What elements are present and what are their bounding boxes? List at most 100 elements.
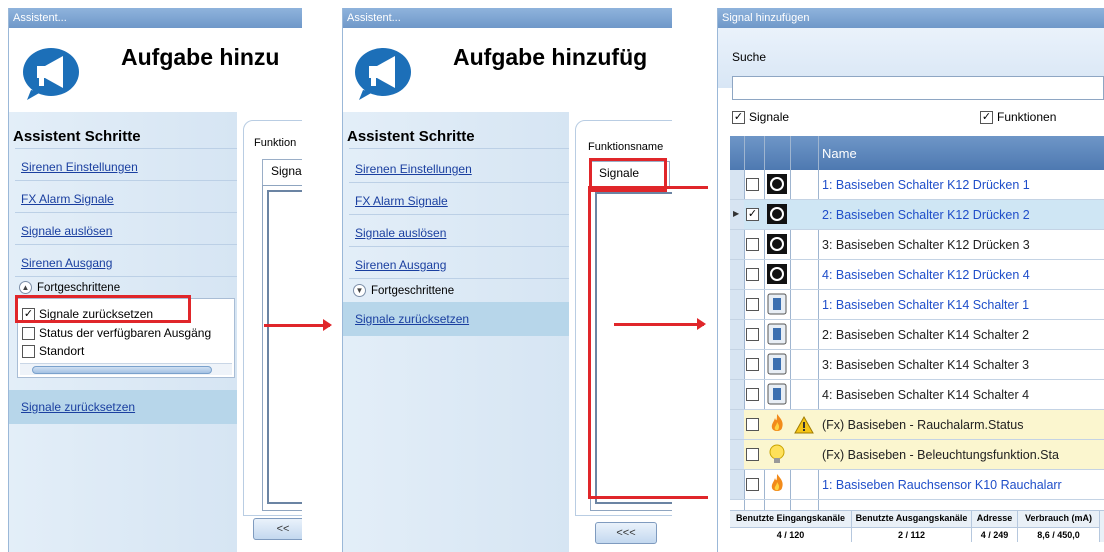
row-selector[interactable]	[730, 470, 744, 499]
connector-line	[588, 186, 591, 498]
checkbox-icon[interactable]	[746, 358, 759, 371]
checkbox-icon[interactable]	[22, 326, 35, 340]
advanced-toggle[interactable]: ▼ Fortgeschrittene	[353, 284, 454, 297]
table-row[interactable]: ▶ ✓ 2: Basiseben Schalter K12 Drücken 2	[730, 200, 1104, 230]
advanced-label: Fortgeschrittene	[371, 284, 455, 297]
wizard-window-2: Assistent... Aufgabe hinzufüg Assistent …	[342, 8, 672, 552]
step-link-signale-ausloesen[interactable]: Signale auslösen	[21, 224, 112, 238]
filter-signals[interactable]: ✓ Signale	[732, 110, 789, 124]
row-label: 1: Basiseben Schalter K14 Schalter 1	[822, 298, 1030, 312]
row-label: 3: Basiseben Schalter K12 Drücken 3	[822, 238, 1030, 252]
page-title: Aufgabe hinzu	[121, 44, 280, 70]
row-label: 3: Basiseben Schalter K14 Schalter 3	[822, 358, 1030, 372]
status-value-inputs: 4 / 120	[730, 527, 852, 542]
table-row[interactable]: 1: Basiseben Schalter K14 Schalter 1	[730, 290, 1104, 320]
add-signal-window: Signal hinzufügen Suche ✓ Signale ✓ Funk…	[717, 8, 1104, 552]
row-label: 2: Basiseben Schalter K12 Drücken 2	[822, 208, 1030, 222]
row-selector[interactable]	[730, 410, 744, 439]
checkbox-icon[interactable]	[746, 268, 759, 281]
step-link-sirenen-einstellungen[interactable]: Sirenen Einstellungen	[21, 160, 138, 174]
horizontal-scrollbar[interactable]	[20, 363, 232, 375]
push-button-icon	[766, 173, 788, 195]
row-selector[interactable]	[730, 380, 744, 409]
filter-functions[interactable]: ✓ Funktionen	[980, 110, 1056, 124]
checkbox-icon[interactable]	[746, 178, 759, 191]
checkbox-icon[interactable]	[746, 388, 759, 401]
option-status-ausgaenge[interactable]: Status der verfügbaren Ausgäng	[22, 326, 211, 340]
step-link-signale-ausloesen[interactable]: Signale auslösen	[355, 226, 446, 240]
step-link-sirenen-ausgang[interactable]: Sirenen Ausgang	[21, 256, 112, 270]
row-selector[interactable]	[730, 350, 744, 379]
checkbox-icon[interactable]	[746, 298, 759, 311]
table-row[interactable]: 1: Basiseben Schalter K12 Drücken 1	[730, 170, 1104, 200]
option-standort[interactable]: Standort	[22, 344, 84, 358]
megaphone-icon	[355, 48, 411, 100]
megaphone-icon	[23, 48, 79, 100]
fire-icon	[766, 473, 788, 495]
sidebar-title: Assistent Schritte	[13, 128, 141, 145]
row-selector[interactable]	[730, 170, 744, 199]
page-title: Aufgabe hinzufüg	[453, 44, 648, 70]
table-row[interactable]: 3: Basiseben Schalter K12 Drücken 3	[730, 230, 1104, 260]
row-selector[interactable]	[730, 440, 744, 469]
checkbox-icon[interactable]	[746, 328, 759, 341]
row-label: (Fx) Basiseben - Beleuchtungsfunktion.St…	[822, 448, 1059, 462]
row-selector[interactable]	[730, 230, 744, 259]
back-button[interactable]: <<<	[595, 522, 657, 544]
table-row[interactable]: (Fx) Basiseben - Beleuchtungsfunktion.St…	[730, 440, 1104, 470]
function-name-label: Funktionsname	[588, 141, 664, 153]
status-value-address: 4 / 249	[972, 527, 1018, 542]
row-label: (Fx) Basiseben - Rauchalarm.Status	[822, 418, 1024, 432]
checkbox-icon[interactable]	[746, 478, 759, 491]
advanced-toggle[interactable]: ▲ Fortgeschrittene	[19, 281, 120, 294]
row-selector[interactable]	[730, 260, 744, 289]
window-title: Assistent...	[343, 8, 672, 28]
row-selector[interactable]	[730, 290, 744, 319]
step-link-signale-zuruecksetzen[interactable]: Signale zurücksetzen	[355, 312, 469, 326]
checkbox-icon[interactable]	[746, 418, 759, 431]
row-selector[interactable]: ▶	[730, 200, 744, 229]
scrollbar-thumb[interactable]	[32, 366, 212, 374]
switch-icon	[766, 323, 788, 345]
status-value-consumption: 8,6 / 450,0	[1018, 527, 1100, 542]
step-link-signale-zuruecksetzen[interactable]: Signale zurücksetzen	[21, 400, 135, 414]
back-button[interactable]: <<	[253, 518, 302, 540]
checkbox-checked-icon[interactable]: ✓	[732, 110, 745, 124]
row-selector[interactable]	[730, 320, 744, 349]
checkbox-checked-icon[interactable]: ✓	[980, 110, 993, 124]
table-row[interactable]: 1: Basiseben Rauchsensor K10 Rauchalarr	[730, 470, 1104, 500]
table-row[interactable]: 2: Basiseben Schalter K14 Schalter 2	[730, 320, 1104, 350]
search-input[interactable]	[732, 76, 1104, 100]
push-button-icon	[766, 203, 788, 225]
highlight-box	[15, 295, 191, 323]
step-link-fx-alarm-signale[interactable]: FX Alarm Signale	[21, 192, 114, 206]
status-label-inputs: Benutzte Eingangskanäle	[730, 511, 852, 527]
checkbox-icon[interactable]	[22, 344, 35, 358]
connector-line	[588, 496, 708, 499]
signal-list	[595, 192, 672, 504]
signals-table: Name 1: Basiseben Schalter K12 Drücken 1…	[730, 136, 1104, 510]
checkbox-icon[interactable]	[746, 448, 759, 461]
tab-signale[interactable]: Signa	[262, 159, 302, 185]
checkbox-checked-icon[interactable]: ✓	[746, 208, 759, 221]
table-row[interactable]: 4: Basiseben Schalter K12 Drücken 4	[730, 260, 1104, 290]
status-value-outputs: 2 / 112	[852, 527, 972, 542]
step-link-fx-alarm-signale[interactable]: FX Alarm Signale	[355, 194, 448, 208]
row-pointer-icon: ▶	[733, 209, 740, 218]
wizard-header: Aufgabe hinzufüg	[343, 28, 672, 112]
checkbox-icon[interactable]	[746, 238, 759, 251]
row-label: 4: Basiseben Schalter K12 Drücken 4	[822, 268, 1030, 282]
step-link-sirenen-ausgang[interactable]: Sirenen Ausgang	[355, 258, 446, 272]
table-row[interactable]: 3: Basiseben Schalter K14 Schalter 3	[730, 350, 1104, 380]
step-link-sirenen-einstellungen[interactable]: Sirenen Einstellungen	[355, 162, 472, 176]
column-header-name[interactable]: Name	[822, 146, 857, 161]
warning-icon	[794, 415, 814, 435]
selected-step[interactable]: Signale zurücksetzen	[343, 302, 569, 336]
row-label: 1: Basiseben Rauchsensor K10 Rauchalarr	[822, 478, 1062, 492]
table-row[interactable]: 4: Basiseben Schalter K14 Schalter 4	[730, 380, 1104, 410]
switch-icon	[766, 383, 788, 405]
wizard-steps-sidebar: Assistent Schritte Sirenen Einstellungen…	[343, 112, 569, 552]
table-row[interactable]: (Fx) Basiseben - Rauchalarm.Status	[730, 410, 1104, 440]
selected-step[interactable]: Signale zurücksetzen	[9, 390, 237, 424]
window-title: Signal hinzufügen	[718, 8, 1104, 28]
